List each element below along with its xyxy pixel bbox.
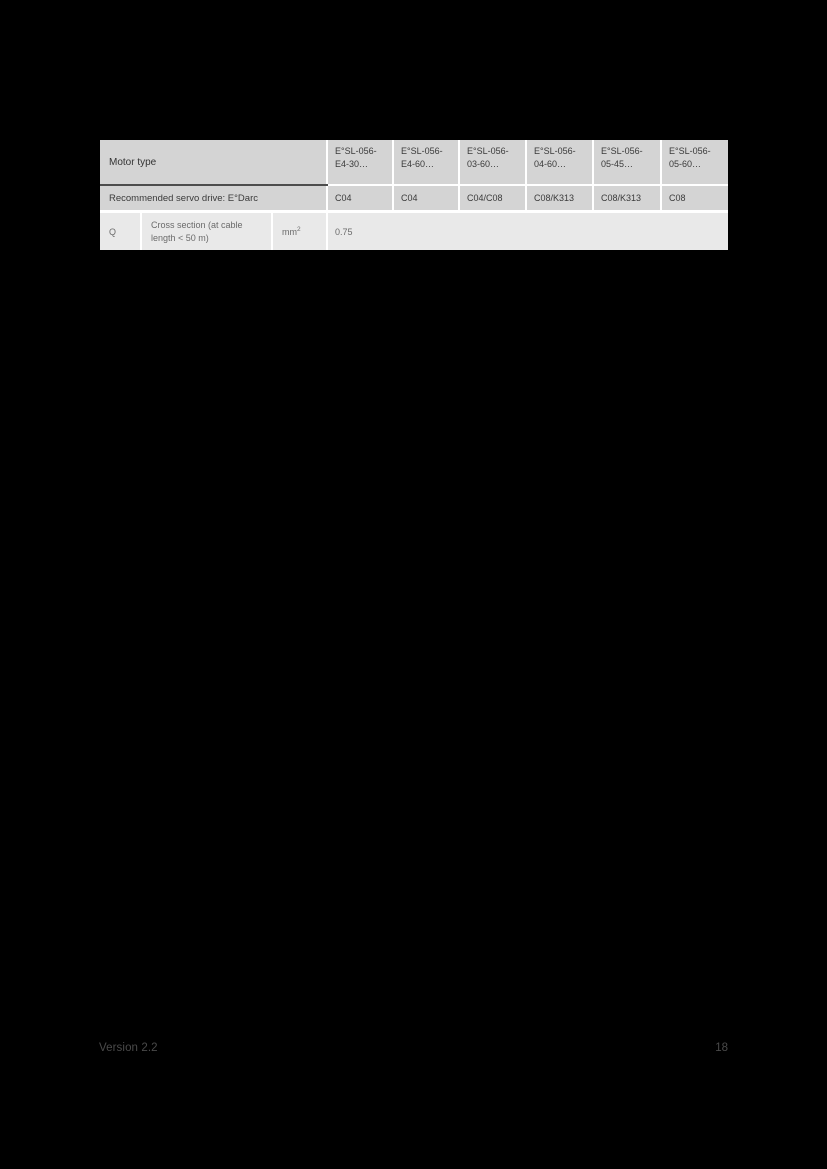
column-header-motor-5: E°SL-056- 05-45… [592,140,662,186]
column-header-motor-6: E°SL-056- 05-60… [660,140,729,186]
table-row-motor-type: Motor type E°SL-056- E4-30… E°SL-056- E4… [100,140,729,186]
cross-section-unit: mm2 [270,211,328,250]
servo-drive-value-6: C08 [660,185,729,213]
column-header-motor-4-line1: E°SL-056- [534,146,576,156]
document-page: Motor type E°SL-056- E4-30… E°SL-056- E4… [0,0,827,1169]
page-footer: Version 2.2 18 [99,1042,728,1060]
cross-section-description-line2: length < 50 m) [151,232,209,243]
column-header-motor-1-line2: E4-30… [335,158,369,169]
footer-version-label: Version 2.2 [99,1042,158,1054]
column-header-motor-3-line1: E°SL-056- [467,146,509,156]
servo-drive-value-5: C08/K313 [592,185,662,213]
column-header-motor-4: E°SL-056- 04-60… [525,140,594,186]
column-header-motor-6-line2: 05-60… [669,158,702,169]
column-header-motor-3: E°SL-056- 03-60… [458,140,527,186]
cross-section-unit-base: mm [282,226,297,237]
column-header-motor-1: E°SL-056- E4-30… [326,140,394,186]
cross-section-unit-exponent: 2 [297,225,301,233]
servo-drive-value-4: C08/K313 [525,185,594,213]
servo-drive-value-3: C04/C08 [458,185,527,213]
column-header-motor-3-line2: 03-60… [467,158,500,169]
servo-drive-value-2: C04 [392,185,460,213]
table-row-servo-drive: Recommended servo drive: E°Darc C04 C04 … [100,185,729,213]
column-header-motor-2-line2: E4-60… [401,158,435,169]
column-header-motor-2-line1: E°SL-056- [401,146,443,156]
servo-drive-value-1: C04 [326,185,394,213]
motor-specification-table: Motor type E°SL-056- E4-30… E°SL-056- E4… [100,140,729,250]
column-header-motor-4-line2: 04-60… [534,158,567,169]
table-row-cross-section: Q Cross section (at cable length < 50 m)… [100,211,729,250]
cross-section-symbol: Q [100,211,141,250]
column-header-motor-5-line1: E°SL-056- [601,146,643,156]
column-header-motor-2: E°SL-056- E4-60… [392,140,460,186]
cross-section-value: 0.75 [326,211,729,250]
footer-page-number: 18 [715,1042,728,1054]
column-header-motor-5-line2: 05-45… [601,158,634,169]
motor-type-label: Motor type [100,140,328,186]
servo-drive-label: Recommended servo drive: E°Darc [100,185,328,213]
cross-section-description-line1: Cross section (at cable [151,220,243,230]
column-header-motor-1-line1: E°SL-056- [335,146,377,156]
cross-section-description: Cross section (at cable length < 50 m) [140,211,272,250]
column-header-motor-6-line1: E°SL-056- [669,146,711,156]
